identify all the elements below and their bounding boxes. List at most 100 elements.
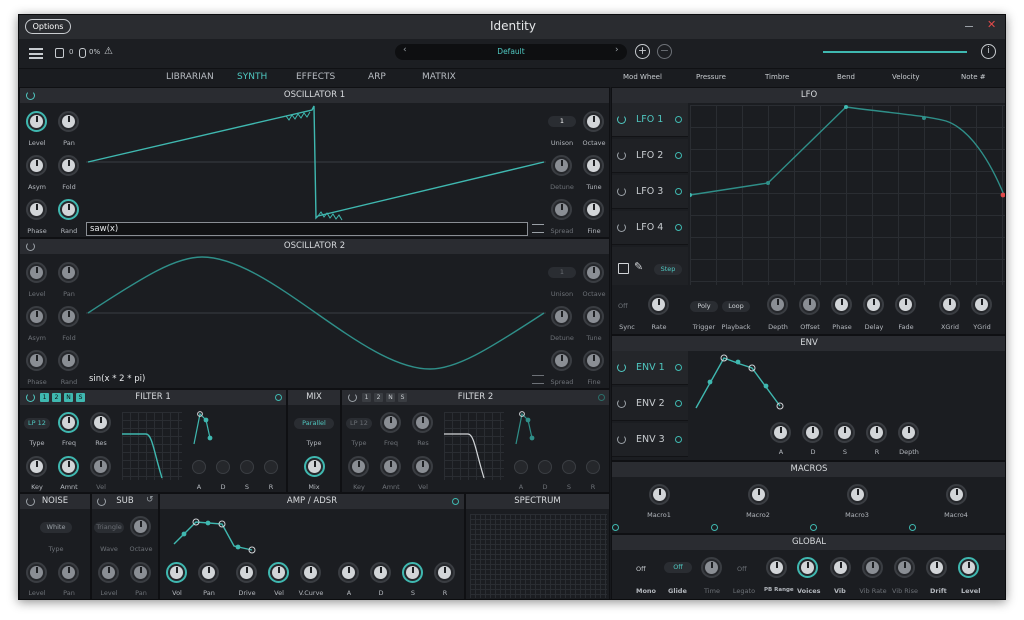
filter1-response-display[interactable]: [122, 412, 182, 480]
osc1-fine-knob[interactable]: [583, 199, 604, 220]
lfo-step-button[interactable]: Step: [654, 264, 682, 275]
osc2-level-knob[interactable]: [26, 262, 47, 283]
bend-source[interactable]: Bend: [837, 73, 855, 81]
osc2-asym-knob[interactable]: [26, 306, 47, 327]
lfo-2-mod-icon[interactable]: [675, 152, 682, 159]
osc1-phase-knob[interactable]: [26, 199, 47, 220]
lfo-sync-value[interactable]: Off: [618, 302, 628, 310]
filter2-type-value[interactable]: LP 12: [346, 418, 372, 429]
osc2-detune-knob[interactable]: [551, 306, 572, 327]
lfo-delay-knob[interactable]: [863, 294, 884, 315]
filter-2-power-icon[interactable]: [348, 393, 357, 402]
menu-icon[interactable]: [29, 48, 43, 59]
global-vib-knob[interactable]: [830, 557, 851, 578]
osc1-octave-knob[interactable]: [583, 111, 604, 132]
sub-reset-icon[interactable]: ↺: [146, 495, 154, 505]
warning-icon[interactable]: ⚠: [104, 46, 113, 57]
filter2-route-sub[interactable]: S: [398, 393, 407, 402]
macro-2-mod-icon[interactable]: [711, 524, 718, 531]
noise-level-knob[interactable]: [26, 562, 47, 583]
global-legato-value[interactable]: Off: [737, 565, 747, 573]
master-volume-meter[interactable]: [823, 51, 967, 53]
sub-wave-value[interactable]: Triangle: [94, 522, 124, 533]
lfo-ygrid-knob[interactable]: [971, 294, 992, 315]
preset-name[interactable]: Default: [395, 47, 627, 56]
filter1-route-noise[interactable]: N: [64, 393, 73, 402]
sub-level-knob[interactable]: [98, 562, 119, 583]
filter1-vel-knob[interactable]: [90, 456, 111, 477]
macro-4-knob[interactable]: [946, 484, 967, 505]
lfo-1-power-icon[interactable]: [617, 115, 626, 124]
filter2-d-knob[interactable]: [538, 460, 552, 474]
velocity-source[interactable]: Velocity: [892, 73, 919, 81]
osc2-rand-knob[interactable]: [58, 350, 79, 371]
lfo-phase-knob[interactable]: [831, 294, 852, 315]
amp-vcurve-knob[interactable]: [300, 562, 321, 583]
filter2-envelope-display[interactable]: [512, 408, 544, 448]
env-shape-display[interactable]: [692, 354, 792, 414]
osc1-unison-value[interactable]: 1: [548, 116, 576, 127]
filter1-route-1[interactable]: 1: [40, 393, 49, 402]
filter1-key-knob[interactable]: [26, 456, 47, 477]
filter2-a-knob[interactable]: [514, 460, 528, 474]
filter1-envelope-display[interactable]: [190, 408, 222, 448]
macro-3-mod-icon[interactable]: [810, 524, 817, 531]
filter-1-power-icon[interactable]: [26, 393, 35, 402]
env-r-knob[interactable]: [866, 422, 887, 443]
note-number-source[interactable]: Note #: [961, 73, 986, 81]
sub-power-icon[interactable]: [97, 497, 106, 506]
env-a-knob[interactable]: [770, 422, 791, 443]
macro-1-mod-icon[interactable]: [612, 524, 619, 531]
preset-browser[interactable]: ‹ Default ›: [395, 44, 627, 60]
filter2-res-knob[interactable]: [412, 412, 433, 433]
tab-matrix[interactable]: MATRIX: [422, 72, 456, 82]
global-drift-knob[interactable]: [926, 557, 947, 578]
osc1-rand-knob[interactable]: [58, 199, 79, 220]
env-2-tab[interactable]: ENV 2: [612, 387, 688, 421]
lfo-depth-knob[interactable]: [767, 294, 788, 315]
filter1-route-2[interactable]: 2: [52, 393, 61, 402]
macro-3-knob[interactable]: [847, 484, 868, 505]
lfo-3-tab[interactable]: LFO 3: [612, 175, 688, 209]
global-vib-rate-knob[interactable]: [862, 557, 883, 578]
env-3-power-icon[interactable]: [617, 435, 626, 444]
env-3-tab[interactable]: ENV 3: [612, 423, 688, 457]
amp-mod-icon[interactable]: [452, 498, 459, 505]
noise-type-value[interactable]: White: [40, 522, 72, 533]
filter1-s-knob[interactable]: [240, 460, 254, 474]
lfo-3-mod-icon[interactable]: [675, 188, 682, 195]
macro-2-knob[interactable]: [748, 484, 769, 505]
lfo-4-mod-icon[interactable]: [675, 224, 682, 231]
lfo-2-tab[interactable]: LFO 2: [612, 139, 688, 173]
osc1-tune-knob[interactable]: [583, 155, 604, 176]
remove-preset-icon[interactable]: −: [657, 44, 672, 59]
mix-type-value[interactable]: Parallel: [294, 418, 334, 429]
filter2-r-knob[interactable]: [586, 460, 600, 474]
filter2-key-knob[interactable]: [348, 456, 369, 477]
sub-pan-knob[interactable]: [130, 562, 151, 583]
lfo-1-tab[interactable]: LFO 1: [612, 103, 688, 137]
pressure-source[interactable]: Pressure: [696, 73, 726, 81]
osc1-pan-knob[interactable]: [58, 111, 79, 132]
filter1-type-value[interactable]: LP 12: [24, 418, 50, 429]
filter2-s-knob[interactable]: [562, 460, 576, 474]
lfo-shape-editor[interactable]: [688, 105, 1005, 285]
macro-1-knob[interactable]: [649, 484, 670, 505]
filter1-res-knob[interactable]: [90, 412, 111, 433]
add-preset-icon[interactable]: +: [635, 44, 650, 59]
lfo-offset-knob[interactable]: [799, 294, 820, 315]
osc1-asym-knob[interactable]: [26, 155, 47, 176]
filter1-route-sub[interactable]: S: [76, 393, 85, 402]
amp-drive-knob[interactable]: [236, 562, 257, 583]
noise-pan-knob[interactable]: [58, 562, 79, 583]
lfo-3-power-icon[interactable]: [617, 187, 626, 196]
filter1-a-knob[interactable]: [192, 460, 206, 474]
env-d-knob[interactable]: [802, 422, 823, 443]
lfo-xgrid-knob[interactable]: [939, 294, 960, 315]
oscillator-2-power-icon[interactable]: [26, 242, 35, 251]
amp-d-knob[interactable]: [370, 562, 391, 583]
global-glide-value[interactable]: Off: [664, 562, 692, 573]
osc2-fold-knob[interactable]: [58, 306, 79, 327]
osc1-fold-knob[interactable]: [58, 155, 79, 176]
filter1-amnt-knob[interactable]: [58, 456, 79, 477]
